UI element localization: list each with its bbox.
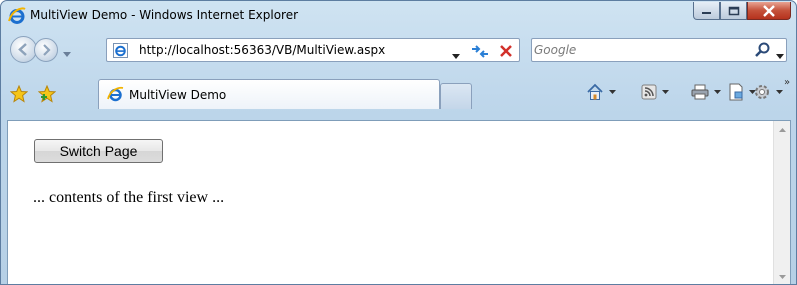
print-button[interactable] bbox=[691, 81, 721, 103]
page-content: Switch Page ... contents of the first vi… bbox=[7, 120, 791, 284]
tab-bar: MultiView Demo » bbox=[1, 68, 796, 120]
home-icon bbox=[587, 83, 603, 100]
minimize-icon bbox=[701, 11, 711, 14]
view-content-text: ... contents of the first view ... bbox=[33, 189, 225, 206]
close-icon bbox=[763, 4, 775, 17]
favorites-star-icon bbox=[9, 84, 29, 103]
ie-page-icon bbox=[112, 42, 129, 59]
home-button[interactable] bbox=[586, 81, 616, 103]
recent-pages-dropdown[interactable] bbox=[63, 46, 71, 60]
chevron-down-icon bbox=[63, 52, 71, 57]
caption-buttons bbox=[693, 2, 791, 20]
title-bar: MultiView Demo - Windows Internet Explor… bbox=[1, 1, 796, 32]
address-bar[interactable]: http://localhost:56363/VB/MultiView.aspx bbox=[106, 38, 520, 62]
forward-arrow-icon bbox=[43, 44, 51, 56]
search-box bbox=[531, 38, 787, 62]
chevron-down-icon bbox=[452, 54, 460, 59]
page-menu-button[interactable] bbox=[728, 81, 756, 103]
switch-page-button[interactable]: Switch Page bbox=[34, 139, 163, 163]
search-input[interactable] bbox=[534, 41, 734, 59]
search-provider-dropdown[interactable] bbox=[776, 48, 784, 62]
ie-page-icon bbox=[107, 86, 124, 103]
refresh-icon bbox=[472, 45, 488, 58]
chevron-down-icon bbox=[714, 90, 721, 94]
scroll-up-button[interactable] bbox=[774, 121, 790, 138]
maximize-icon bbox=[728, 6, 739, 15]
tools-menu-button[interactable] bbox=[753, 81, 783, 103]
vertical-scrollbar[interactable] bbox=[773, 121, 790, 284]
chevron-down-icon bbox=[609, 90, 616, 94]
tools-gear-icon bbox=[755, 85, 769, 99]
search-button[interactable] bbox=[753, 41, 773, 59]
more-commands-chevron[interactable]: » bbox=[784, 77, 790, 88]
chevron-down-icon bbox=[776, 54, 784, 59]
tab-multiview-demo[interactable]: MultiView Demo bbox=[98, 79, 440, 109]
feeds-button[interactable] bbox=[641, 81, 669, 103]
stop-icon bbox=[500, 45, 512, 57]
scroll-down-button[interactable] bbox=[774, 268, 790, 284]
minimize-button[interactable] bbox=[693, 2, 720, 20]
maximize-button[interactable] bbox=[720, 2, 747, 20]
chevron-down-icon bbox=[662, 90, 669, 94]
address-dropdown[interactable] bbox=[452, 48, 460, 62]
back-button[interactable] bbox=[10, 36, 37, 63]
url-text[interactable]: http://localhost:56363/VB/MultiView.aspx bbox=[139, 43, 385, 57]
add-favorites-button[interactable] bbox=[37, 84, 57, 103]
new-tab-button[interactable] bbox=[440, 83, 472, 109]
search-icon bbox=[755, 42, 770, 57]
back-arrow-icon bbox=[18, 43, 27, 56]
window-title: MultiView Demo - Windows Internet Explor… bbox=[30, 8, 299, 22]
feeds-icon bbox=[641, 84, 657, 100]
chevron-down-icon bbox=[776, 90, 783, 94]
browser-window: MultiView Demo - Windows Internet Explor… bbox=[0, 0, 797, 285]
add-favorite-icon bbox=[37, 84, 57, 103]
scroll-up-arrow-icon bbox=[778, 127, 786, 132]
page-icon bbox=[729, 83, 743, 101]
tab-label: MultiView Demo bbox=[129, 88, 227, 102]
favorites-center-button[interactable] bbox=[9, 84, 29, 103]
forward-button[interactable] bbox=[34, 38, 58, 62]
print-icon bbox=[691, 84, 709, 100]
refresh-button[interactable] bbox=[469, 41, 491, 61]
close-button[interactable] bbox=[747, 2, 791, 20]
ie-logo-icon bbox=[8, 7, 26, 25]
navigation-bar: http://localhost:56363/VB/MultiView.aspx bbox=[1, 34, 796, 66]
scroll-down-arrow-icon bbox=[778, 274, 786, 279]
stop-button[interactable] bbox=[496, 41, 516, 61]
